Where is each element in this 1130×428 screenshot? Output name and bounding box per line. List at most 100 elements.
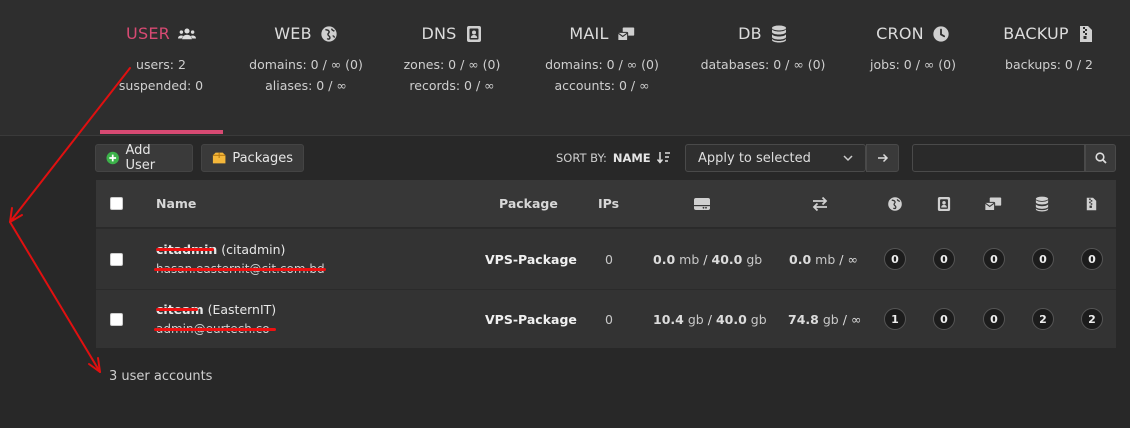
add-user-button[interactable]: Add User bbox=[95, 143, 193, 173]
exchange-arrows-icon bbox=[812, 196, 828, 211]
header-ips[interactable]: IPs bbox=[598, 180, 619, 227]
databases-badge: 2 bbox=[1032, 308, 1054, 330]
tab-mail[interactable]: MAIL domains: 0 / ∞ (0) accounts: 0 / ∞ bbox=[542, 24, 662, 96]
row-select-cell bbox=[110, 290, 123, 348]
apply-bulk-action-button[interactable] bbox=[866, 144, 899, 172]
tab-dns-stat-zones: zones: 0 / ∞ (0) bbox=[403, 57, 501, 72]
user-name[interactable]: citeam (EasternIT) bbox=[156, 300, 276, 320]
disk-quota: 40.0 bbox=[715, 311, 747, 327]
header-package[interactable]: Package bbox=[499, 180, 558, 227]
redaction-strike bbox=[156, 308, 198, 311]
arrow-right-icon bbox=[877, 153, 888, 163]
file-zipper-icon bbox=[1079, 25, 1092, 42]
clock-icon bbox=[933, 25, 949, 42]
tab-dns-stat-records: records: 0 / ∞ bbox=[409, 78, 495, 93]
header-name[interactable]: Name bbox=[156, 180, 196, 227]
disk-used: 10.4 bbox=[653, 311, 684, 327]
tab-cron-stat-jobs: jobs: 0 / ∞ (0) bbox=[870, 57, 956, 72]
user-name[interactable]: citadmin (citadmin) bbox=[156, 240, 285, 260]
package-link[interactable]: VPS-Package bbox=[485, 229, 577, 289]
disk-used: 0.0 bbox=[653, 251, 676, 267]
sort-by-label: SORT BY: bbox=[556, 151, 607, 165]
select-all-cell bbox=[110, 180, 123, 227]
top-stats-bar: USER users: 2 suspended: 0 WEB domains: … bbox=[0, 0, 1130, 136]
row-select-cell bbox=[110, 229, 123, 289]
tab-web-stat-domains: domains: 0 / ∞ (0) bbox=[249, 57, 363, 72]
toolbar: Add User Packages SORT BY: NAME Apply to… bbox=[0, 136, 1130, 180]
tab-backup-stat-backups: backups: 0 / 2 bbox=[1005, 57, 1093, 72]
tab-db-title: DB bbox=[738, 24, 788, 43]
web-domains-badge: 1 bbox=[884, 308, 906, 330]
disk-quota-unit: gb bbox=[746, 251, 763, 267]
user-email: admin@eurtech.co bbox=[154, 320, 276, 338]
tab-user[interactable]: USER users: 2 suspended: 0 bbox=[106, 24, 216, 96]
mail-domains-cell: 0 bbox=[983, 290, 1005, 348]
web-domains-badge: 0 bbox=[884, 248, 906, 270]
packages-button[interactable]: Packages bbox=[201, 144, 304, 172]
sort-alpha-down-icon bbox=[656, 152, 670, 164]
header-bandwidth[interactable] bbox=[811, 180, 829, 227]
user-cell[interactable]: citeam (EasternIT) admin@eurtech.co bbox=[154, 290, 276, 348]
sort-by-value: NAME bbox=[612, 151, 651, 165]
bandwidth-used-unit: gb bbox=[822, 311, 839, 327]
packages-label: Packages bbox=[232, 150, 293, 166]
databases-badge: 0 bbox=[1032, 248, 1054, 270]
mail-bulk-icon bbox=[984, 196, 1002, 211]
row-checkbox[interactable] bbox=[110, 312, 123, 326]
header-disk[interactable] bbox=[693, 180, 711, 227]
package-link[interactable]: VPS-Package bbox=[485, 290, 577, 348]
backups-cell: 0 bbox=[1081, 229, 1103, 289]
backups-badge: 0 bbox=[1081, 248, 1103, 270]
dns-zones-badge: 0 bbox=[933, 308, 955, 330]
search-icon bbox=[1094, 152, 1107, 164]
select-all-checkbox[interactable] bbox=[110, 197, 123, 210]
header-backups[interactable] bbox=[1086, 180, 1097, 227]
address-book-icon bbox=[466, 25, 481, 42]
search-field[interactable] bbox=[912, 144, 1085, 172]
file-zipper-icon bbox=[1086, 197, 1097, 210]
redaction-strike bbox=[154, 268, 326, 271]
tab-web-stat-aliases: aliases: 0 / ∞ bbox=[265, 78, 347, 93]
disk-quota: 40.0 bbox=[711, 251, 743, 267]
bandwidth-usage: 74.8 gb / ∞ bbox=[788, 311, 862, 327]
databases-cell: 0 bbox=[1032, 229, 1054, 289]
ips-count: 0 bbox=[605, 251, 613, 267]
table-row[interactable]: citadmin (citadmin) hasan.easternit@cit.… bbox=[96, 228, 1116, 289]
globe-icon bbox=[888, 196, 902, 211]
tab-mail-title: MAIL bbox=[569, 24, 634, 43]
address-book-icon bbox=[937, 196, 951, 211]
header-mail[interactable] bbox=[984, 180, 1002, 227]
user-email: hasan.easternit@cit.com.bd bbox=[154, 260, 326, 278]
header-dns[interactable] bbox=[937, 180, 951, 227]
tab-backup[interactable]: BACKUP backups: 0 / 2 bbox=[996, 24, 1102, 75]
mail-domains-cell: 0 bbox=[983, 229, 1005, 289]
search-input[interactable] bbox=[913, 145, 1084, 171]
user-cell[interactable]: citadmin (citadmin) hasan.easternit@cit.… bbox=[154, 229, 326, 289]
redaction-strike bbox=[156, 248, 214, 251]
tab-mail-stat-accounts: accounts: 0 / ∞ bbox=[554, 78, 650, 93]
header-db[interactable] bbox=[1035, 180, 1049, 227]
tab-mail-stat-domains: domains: 0 / ∞ (0) bbox=[545, 57, 659, 72]
user-count-footer: 3 user accounts bbox=[109, 369, 213, 384]
row-checkbox[interactable] bbox=[110, 252, 123, 266]
sort-by-control[interactable]: SORT BY: NAME bbox=[556, 151, 671, 165]
table-row[interactable]: citeam (EasternIT) admin@eurtech.co VPS-… bbox=[96, 289, 1116, 348]
search-button[interactable] bbox=[1085, 144, 1116, 172]
tab-backup-title: BACKUP bbox=[1003, 24, 1094, 43]
tab-dns-title: DNS bbox=[421, 24, 482, 43]
dns-zones-badge: 0 bbox=[933, 248, 955, 270]
tab-cron-title: CRON bbox=[876, 24, 950, 43]
hdd-icon bbox=[694, 197, 710, 210]
mail-domains-badge: 0 bbox=[983, 248, 1005, 270]
tab-cron[interactable]: CRON jobs: 0 / ∞ (0) bbox=[858, 24, 968, 75]
mail-bulk-icon bbox=[616, 26, 634, 41]
tab-web[interactable]: WEB domains: 0 / ∞ (0) aliases: 0 / ∞ bbox=[246, 24, 366, 96]
database-icon bbox=[771, 25, 786, 42]
tab-dns[interactable]: DNS zones: 0 / ∞ (0) records: 0 / ∞ bbox=[392, 24, 512, 96]
header-web[interactable] bbox=[887, 180, 903, 227]
tab-user-stat-users: users: 2 bbox=[136, 57, 186, 72]
tab-db[interactable]: DB databases: 0 / ∞ (0) bbox=[700, 24, 826, 75]
tab-web-title: WEB bbox=[274, 24, 338, 43]
dns-zones-cell: 0 bbox=[933, 290, 955, 348]
bulk-action-select[interactable]: Apply to selected bbox=[685, 144, 866, 172]
